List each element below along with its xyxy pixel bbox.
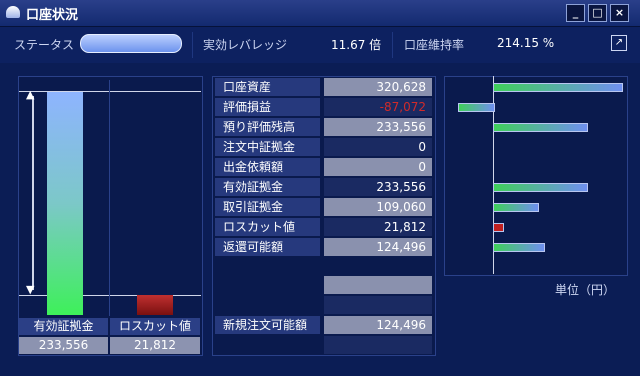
empty-cell <box>324 276 432 294</box>
external-link-icon[interactable]: ↗ <box>611 35 627 51</box>
row-value: 109,060 <box>324 198 432 216</box>
title-bar[interactable]: 口座状況 _ □ × <box>0 0 640 27</box>
balance-bar <box>493 223 504 232</box>
unit-label: 単位（円） <box>555 283 616 297</box>
arrow-up-icon: ▲ <box>26 88 35 101</box>
bar-label: ロスカット値 <box>110 318 200 335</box>
status-indicator <box>80 34 182 53</box>
status-label: ステータス <box>14 38 75 52</box>
row-value: -87,072 <box>324 98 432 116</box>
window-title: 口座状況 <box>26 8 79 23</box>
row-label: 出金依頼額 <box>215 158 320 176</box>
row-label: 評価損益 <box>215 98 320 116</box>
row-label: 返還可能額 <box>215 238 320 256</box>
column-divider <box>109 80 110 316</box>
leverage-label: 実効レバレッジ <box>203 38 288 52</box>
balance-bar <box>493 123 588 132</box>
arrow-down-icon: ▼ <box>26 283 35 296</box>
losscut-bar <box>137 295 173 315</box>
margin-chart-panel <box>18 76 203 356</box>
row-label: 有効証拠金 <box>215 178 320 196</box>
leverage-value: 11.67 倍 <box>331 38 382 52</box>
row-label: 口座資産 <box>215 78 320 96</box>
balance-bar <box>458 103 495 112</box>
row-label: 取引証拠金 <box>215 198 320 216</box>
balance-bar <box>493 83 623 92</box>
empty-cell <box>324 296 432 314</box>
window-icon <box>6 6 20 18</box>
divider <box>392 32 393 58</box>
empty-cell <box>324 336 432 354</box>
maintenance-value: 214.15 % <box>497 36 555 50</box>
row-value: 124,496 <box>324 238 432 256</box>
row-label: 預り評価残高 <box>215 118 320 136</box>
row-label: 注文中証拠金 <box>215 138 320 156</box>
row-value: 0 <box>324 158 432 176</box>
divider <box>192 32 193 58</box>
row-value: 233,556 <box>324 178 432 196</box>
row-value: 320,628 <box>324 78 432 96</box>
bar-label: 有効証拠金 <box>19 318 108 335</box>
minimize-button[interactable]: _ <box>566 4 585 22</box>
balance-bar <box>493 183 588 192</box>
maintenance-label: 口座維持率 <box>404 38 465 52</box>
row-value: 0 <box>324 138 432 156</box>
row-value: 21,812 <box>324 218 432 236</box>
row-value: 233,556 <box>324 118 432 136</box>
maximize-button[interactable]: □ <box>588 4 607 22</box>
close-button[interactable]: × <box>610 4 629 22</box>
balance-bar <box>493 203 539 212</box>
balance-bar <box>493 243 545 252</box>
new-order-value: 124,496 <box>324 316 432 334</box>
new-order-label: 新規注文可能額 <box>215 316 320 334</box>
effective-margin-bar <box>47 92 83 315</box>
range-arrow-line <box>32 96 34 290</box>
bar-value: 21,812 <box>110 337 200 354</box>
row-label: ロスカット値 <box>215 218 320 236</box>
account-status-window: 口座状況 _ □ × ステータス 実効レバレッジ 11.67 倍 口座維持率 2… <box>0 0 640 376</box>
bar-value: 233,556 <box>19 337 108 354</box>
